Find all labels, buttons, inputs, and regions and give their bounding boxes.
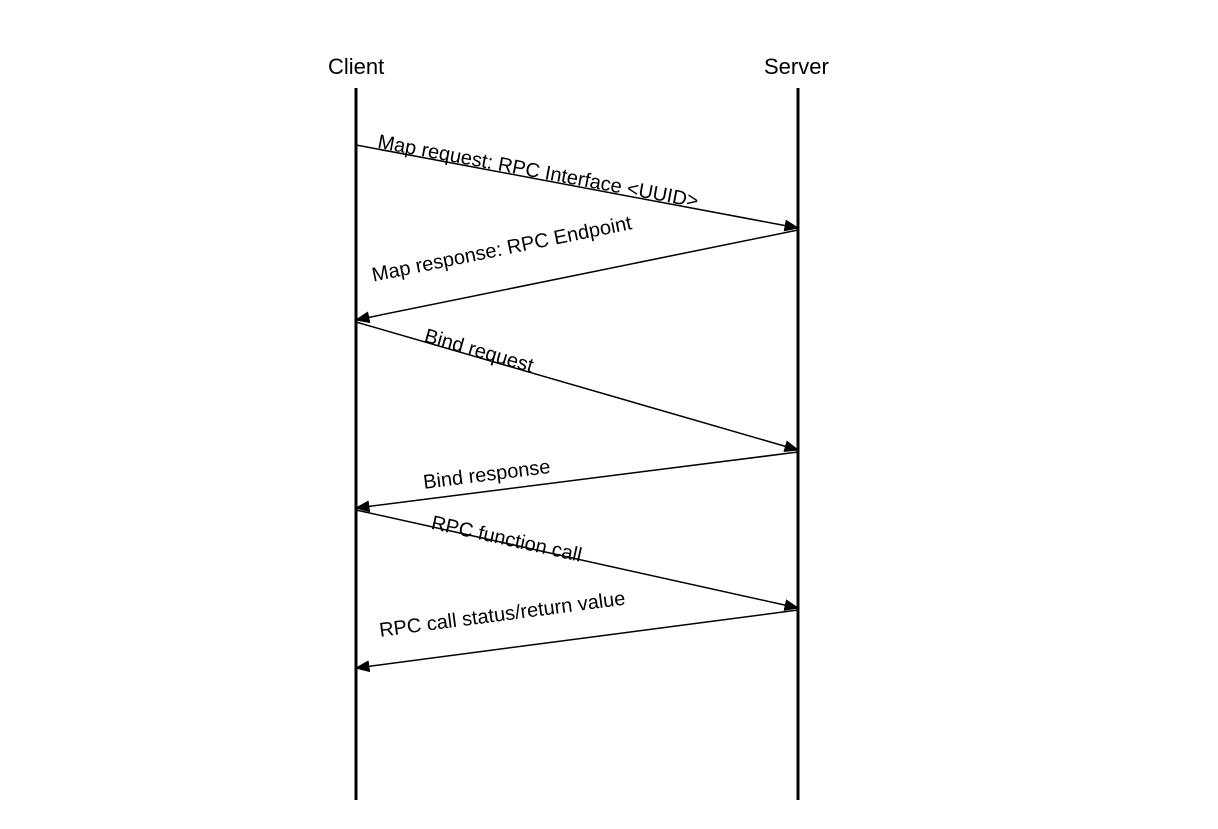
server-label: Server — [764, 54, 829, 80]
client-label: Client — [328, 54, 384, 80]
diagram-svg — [0, 0, 1218, 824]
sequence-diagram: Client Server Map request: RPC Interface… — [0, 0, 1218, 824]
